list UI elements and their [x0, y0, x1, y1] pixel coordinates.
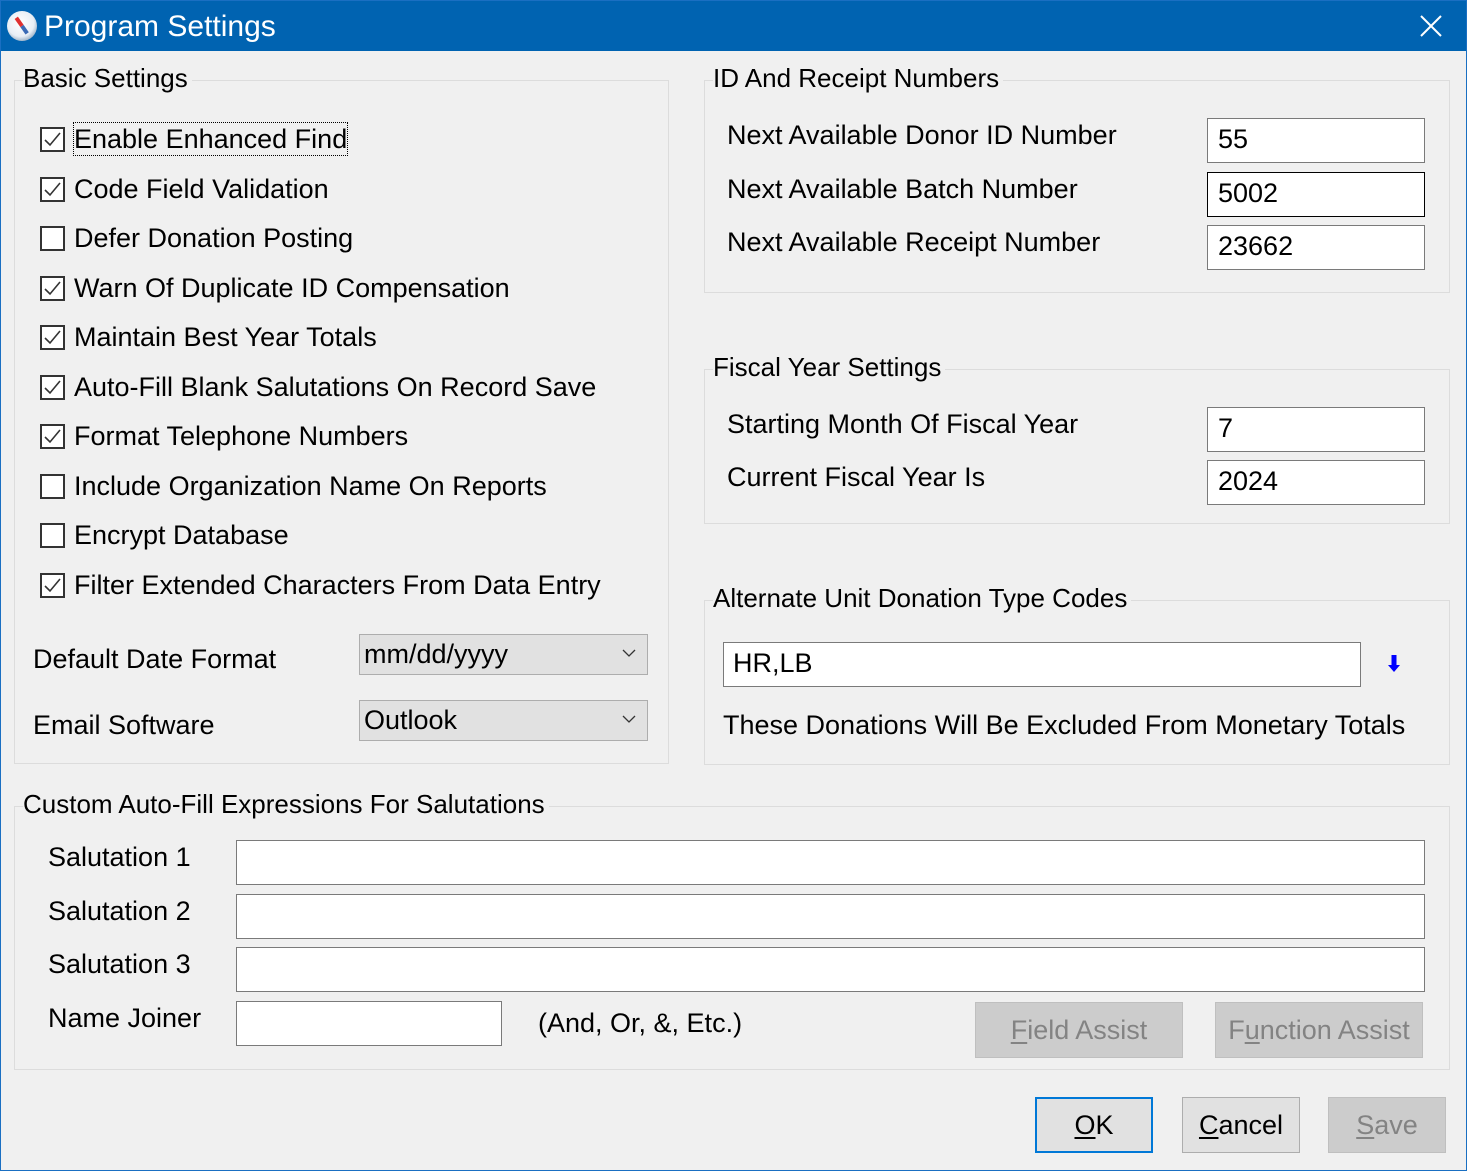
- current-fiscal-year-label: Current Fiscal Year Is: [727, 462, 986, 492]
- ok-accel: O: [1074, 1109, 1096, 1140]
- email-software-value: Outlook: [364, 705, 458, 735]
- title-bar[interactable]: Program Settings: [1, 1, 1466, 51]
- checkbox-label[interactable]: Format Telephone Numbers: [74, 420, 408, 452]
- checkmark-icon: [44, 428, 61, 443]
- receipt-number-label: Next Available Receipt Number: [727, 227, 1101, 257]
- checkbox-checked[interactable]: [40, 176, 65, 202]
- field-assist-button[interactable]: Field Assist: [975, 1002, 1183, 1058]
- batch-number-label: Next Available Batch Number: [727, 174, 1078, 204]
- checkmark-icon: [44, 379, 61, 394]
- batch-number-input[interactable]: 5002: [1207, 172, 1425, 217]
- date-format-select[interactable]: mm/dd/yyyy: [359, 634, 648, 675]
- salutation-1-input[interactable]: [236, 840, 1425, 885]
- checkbox-row[interactable]: Enable Enhanced Find: [40, 121, 349, 157]
- checkbox-row[interactable]: Include Organization Name On Reports: [40, 468, 547, 504]
- checkbox-row[interactable]: Code Field Validation: [40, 171, 329, 207]
- alt-unit-note: These Donations Will Be Excluded From Mo…: [723, 710, 1406, 740]
- checkbox-row[interactable]: Defer Donation Posting: [40, 220, 353, 256]
- email-software-label: Email Software: [33, 710, 215, 740]
- compass-icon: [7, 11, 37, 41]
- salutation-3-input[interactable]: [236, 947, 1425, 992]
- down-arrow-icon[interactable]: [1387, 654, 1401, 674]
- checkbox-checked[interactable]: [40, 275, 65, 301]
- checkbox-row[interactable]: Encrypt Database: [40, 517, 289, 553]
- checkbox-label[interactable]: Maintain Best Year Totals: [74, 321, 377, 353]
- checkbox-checked[interactable]: [40, 423, 65, 449]
- ok-button[interactable]: OK: [1035, 1097, 1153, 1153]
- id-receipt-title: ID And Receipt Numbers: [713, 63, 1004, 93]
- cancel-accel: C: [1198, 1109, 1219, 1140]
- salutation-2-input[interactable]: [236, 894, 1425, 939]
- salutation-1-label: Salutation 1: [48, 842, 191, 872]
- salutations-title: Custom Auto-Fill Expressions For Salutat…: [23, 789, 549, 819]
- checkbox-label[interactable]: Filter Extended Characters From Data Ent…: [74, 569, 601, 601]
- donor-id-label: Next Available Donor ID Number: [727, 120, 1117, 150]
- checkbox-checked[interactable]: [40, 572, 65, 598]
- alt-unit-title: Alternate Unit Donation Type Codes: [713, 583, 1132, 613]
- name-joiner-label: Name Joiner: [48, 1003, 202, 1033]
- checkbox-unchecked[interactable]: [40, 225, 65, 251]
- checkbox-row[interactable]: Warn Of Duplicate ID Compensation: [40, 270, 510, 306]
- close-button[interactable]: [1396, 1, 1466, 51]
- name-joiner-input[interactable]: [236, 1001, 502, 1046]
- function-assist-button[interactable]: Fu nction Assist: [1215, 1002, 1423, 1058]
- window-title: Program Settings: [44, 10, 276, 43]
- checkbox-unchecked[interactable]: [40, 522, 65, 548]
- salutation-3-label: Salutation 3: [48, 949, 191, 979]
- checkbox-label[interactable]: Defer Donation Posting: [74, 222, 353, 254]
- checkbox-unchecked[interactable]: [40, 473, 65, 499]
- save-rest: ave: [1374, 1109, 1418, 1140]
- checkbox-checked[interactable]: [40, 374, 65, 400]
- checkmark-icon: [44, 131, 61, 146]
- current-fiscal-year-input[interactable]: 2024: [1207, 460, 1425, 505]
- checkbox-checked[interactable]: [40, 324, 65, 350]
- date-format-label: Default Date Format: [33, 644, 277, 674]
- checkmark-icon: [44, 577, 61, 592]
- field-assist-accel: F: [1010, 1014, 1028, 1045]
- salutation-2-label: Salutation 2: [48, 896, 191, 926]
- checkbox-label[interactable]: Warn Of Duplicate ID Compensation: [74, 272, 510, 304]
- function-assist-accel: u: [1244, 1014, 1260, 1045]
- starting-month-label: Starting Month Of Fiscal Year: [727, 409, 1079, 439]
- checkbox-row[interactable]: Maintain Best Year Totals: [40, 319, 377, 355]
- starting-month-input[interactable]: 7: [1207, 407, 1425, 452]
- checkmark-icon: [44, 280, 61, 295]
- checkmark-icon: [44, 329, 61, 344]
- chevron-down-icon: [622, 715, 636, 723]
- checkbox-checked[interactable]: [40, 126, 65, 152]
- fiscal-year-title: Fiscal Year Settings: [713, 352, 946, 382]
- donor-id-input[interactable]: 55: [1207, 118, 1425, 163]
- cancel-button[interactable]: Cancel: [1182, 1097, 1300, 1153]
- receipt-number-input[interactable]: 23662: [1207, 225, 1425, 270]
- function-assist-prefix: F: [1228, 1014, 1245, 1045]
- checkmark-icon: [44, 181, 61, 196]
- checkbox-label[interactable]: Encrypt Database: [74, 519, 289, 551]
- save-accel: S: [1356, 1109, 1375, 1140]
- function-assist-rest: nction Assist: [1259, 1014, 1410, 1045]
- close-icon: [1420, 15, 1442, 37]
- checkbox-label[interactable]: Enable Enhanced Find: [72, 122, 349, 156]
- chevron-down-icon: [622, 649, 636, 657]
- checkbox-label[interactable]: Include Organization Name On Reports: [74, 470, 547, 502]
- checkbox-label[interactable]: Auto-Fill Blank Salutations On Record Sa…: [74, 371, 596, 403]
- program-settings-dialog: Program Settings Basic Settings Default …: [0, 0, 1467, 1171]
- checkbox-label[interactable]: Code Field Validation: [74, 173, 329, 205]
- checkbox-row[interactable]: Filter Extended Characters From Data Ent…: [40, 567, 601, 603]
- basic-settings-title: Basic Settings: [23, 63, 192, 93]
- ok-rest: K: [1095, 1109, 1114, 1140]
- field-assist-rest: ield Assist: [1027, 1014, 1148, 1045]
- cancel-rest: ancel: [1218, 1109, 1284, 1140]
- checkbox-row[interactable]: Auto-Fill Blank Salutations On Record Sa…: [40, 369, 596, 405]
- checkbox-row[interactable]: Format Telephone Numbers: [40, 418, 408, 454]
- name-joiner-hint: (And, Or, &, Etc.): [538, 1008, 743, 1038]
- date-format-value: mm/dd/yyyy: [364, 639, 509, 669]
- save-button[interactable]: Save: [1328, 1097, 1446, 1153]
- email-software-select[interactable]: Outlook: [359, 700, 648, 741]
- alt-unit-codes-input[interactable]: HR,LB: [723, 642, 1361, 687]
